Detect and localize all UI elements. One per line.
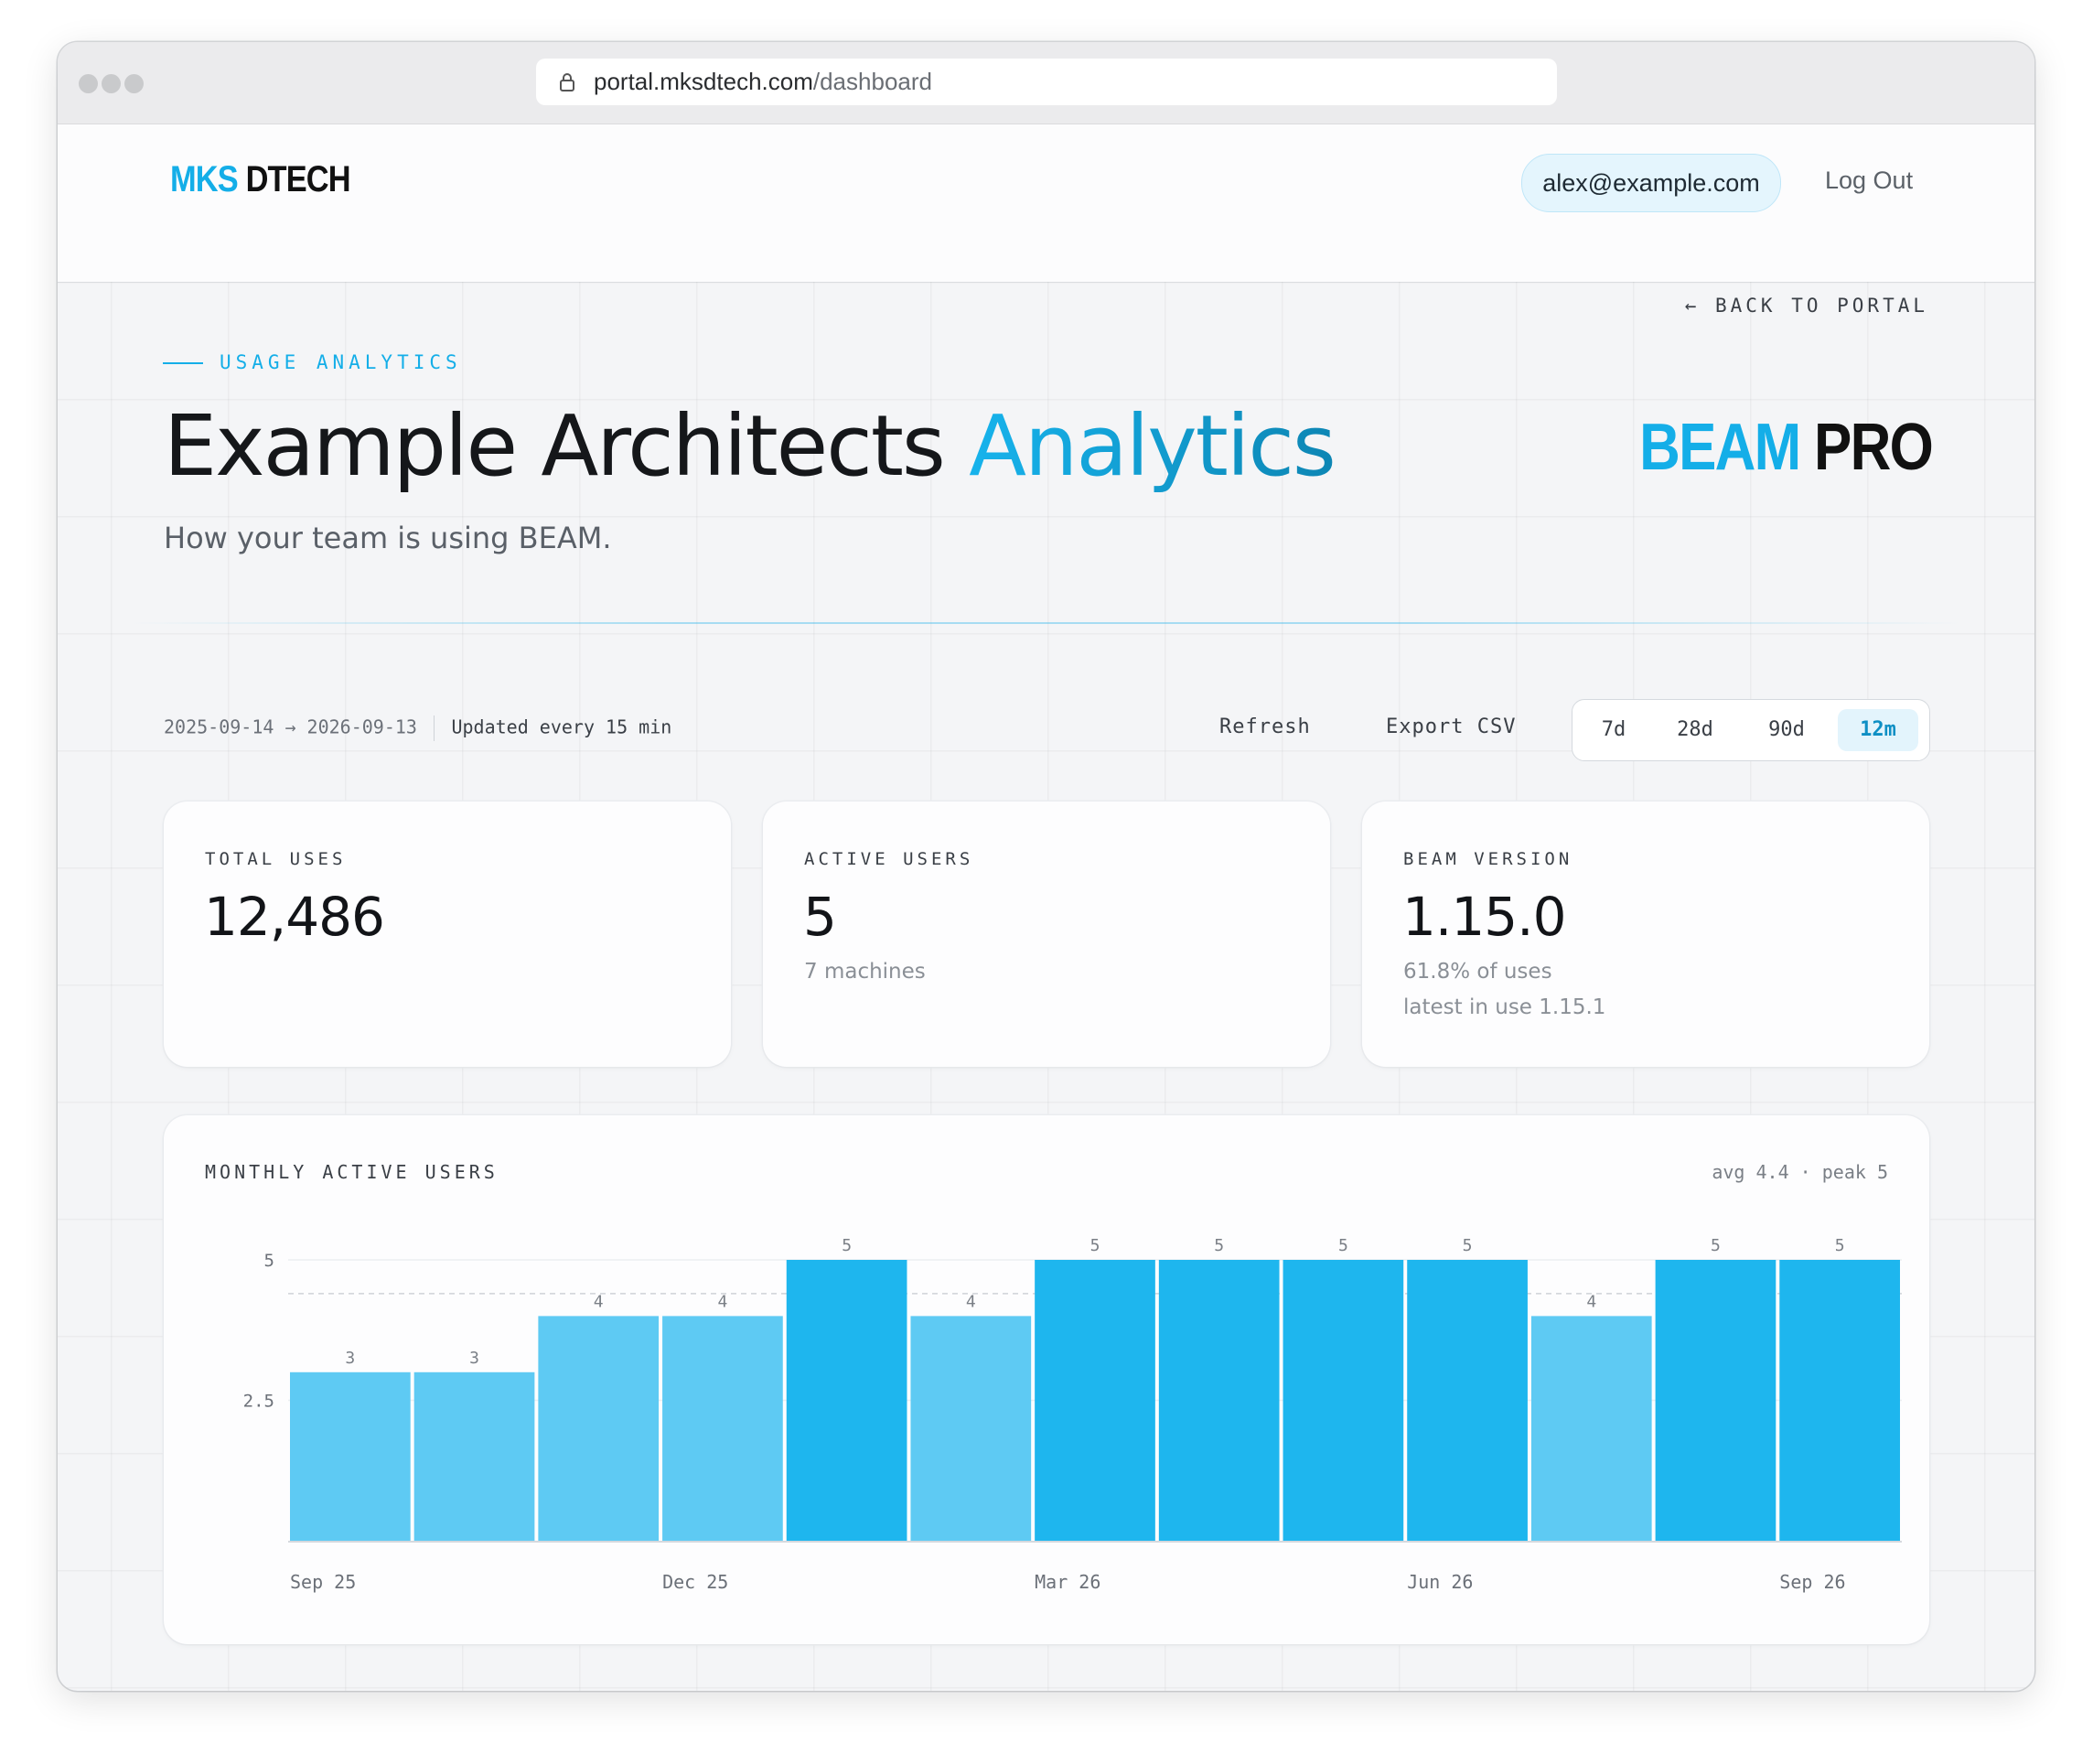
bar	[662, 1316, 783, 1541]
bar	[290, 1371, 411, 1541]
stat-card-total-uses: TOTAL USES 12,486	[164, 801, 731, 1067]
window-close-dot[interactable]	[79, 74, 98, 93]
window-minimize-dot[interactable]	[102, 74, 121, 93]
x-tick-label: Mar 26	[1035, 1571, 1100, 1593]
x-tick-label: Jun 26	[1407, 1571, 1473, 1593]
bar	[1283, 1260, 1404, 1541]
bar-value-label: 5	[1835, 1236, 1845, 1255]
bar	[1158, 1260, 1280, 1541]
bar	[786, 1260, 907, 1541]
date-range: 2025-09-14 → 2026-09-13	[164, 715, 417, 738]
bar	[1407, 1260, 1528, 1541]
bar-value-label: 4	[966, 1292, 976, 1311]
bar-value-label: 4	[1586, 1292, 1596, 1311]
bar-chart: 2.5 5 3 3 4 4 5 4 5 5 5 5 4 5 5 Sep 25 Dec 25 Mar 26 Jun 2…	[243, 1236, 1902, 1593]
browser-titlebar: portal.mksdtech.com/dashboard	[58, 42, 2034, 124]
stat-value: 5	[803, 886, 837, 948]
address-bar[interactable]: portal.mksdtech.com/dashboard	[536, 59, 1557, 105]
stat-value: 12,486	[204, 886, 385, 948]
user-email-badge[interactable]: alex@example.com	[1521, 154, 1781, 212]
y-tick-label: 2.5	[243, 1392, 274, 1412]
bar-value-label: 5	[1711, 1236, 1721, 1255]
time-range-selector: 7d 28d 90d 12m	[1572, 699, 1930, 761]
bar	[1655, 1260, 1776, 1541]
lock-icon	[560, 73, 574, 91]
url-text: portal.mksdtech.com/dashboard	[594, 68, 932, 95]
bar-value-label: 5	[842, 1236, 852, 1255]
header-divider	[131, 622, 1961, 624]
bar	[910, 1316, 1032, 1541]
range-option-12m[interactable]: 12m	[1838, 709, 1918, 751]
bar-value-label: 5	[1338, 1236, 1348, 1255]
stat-note: latest in use 1.15.1	[1403, 995, 1606, 1019]
stat-label: ACTIVE USERS	[804, 849, 974, 869]
bar	[1779, 1260, 1900, 1541]
stat-value: 1.15.0	[1402, 886, 1566, 948]
bar-value-label: 5	[1463, 1236, 1473, 1255]
product-logo: BEAM PRO	[1639, 411, 1934, 484]
stat-card-active-users: ACTIVE USERS 5 7 machines	[763, 801, 1330, 1067]
refresh-button[interactable]: Refresh	[1219, 715, 1311, 738]
stat-label: TOTAL USES	[205, 849, 347, 869]
bar-value-label: 3	[345, 1349, 355, 1368]
y-tick-label: 5	[264, 1251, 274, 1271]
range-option-28d[interactable]: 28d	[1655, 709, 1735, 751]
export-csv-button[interactable]: Export CSV	[1386, 715, 1516, 738]
stat-note: 61.8% of uses	[1403, 960, 1552, 984]
stat-label: BEAM VERSION	[1403, 849, 1573, 869]
bar-value-label: 4	[718, 1292, 728, 1311]
bar-value-label: 4	[594, 1292, 604, 1311]
bar-value-label: 5	[1214, 1236, 1224, 1255]
bar	[1530, 1316, 1652, 1541]
x-tick-label: Dec 25	[662, 1571, 728, 1593]
update-note: Updated every 15 min	[451, 715, 672, 738]
bar-value-label: 3	[469, 1349, 479, 1368]
section-eyebrow: USAGE ANALYTICS	[163, 351, 462, 373]
bar	[413, 1371, 535, 1541]
bar	[1035, 1260, 1155, 1541]
date-range-info: 2025-09-14 → 2026-09-13 Updated every 15 …	[164, 715, 671, 741]
stat-note: 7 machines	[804, 960, 926, 984]
back-to-portal-link[interactable]: ← BACK TO PORTAL	[1685, 295, 1928, 317]
logout-link[interactable]: Log Out	[1825, 167, 1913, 195]
monthly-active-users-card: MONTHLY ACTIVE USERS avg 4.4 · peak 5 2.…	[164, 1115, 1929, 1644]
top-navbar: MKS DTECH alex@example.com Log Out	[58, 124, 2034, 283]
bar	[538, 1316, 660, 1541]
page-subtitle: How your team is using BEAM.	[164, 521, 612, 555]
company-logo[interactable]: MKS DTECH	[170, 159, 351, 200]
bar-value-label: 5	[1090, 1236, 1100, 1255]
window-zoom-dot[interactable]	[124, 74, 144, 93]
x-tick-label: Sep 25	[290, 1571, 356, 1593]
browser-window: portal.mksdtech.com/dashboard MKS DTECH …	[58, 42, 2034, 1691]
range-option-7d[interactable]: 7d	[1583, 709, 1644, 751]
range-option-90d[interactable]: 90d	[1746, 709, 1827, 751]
stat-card-beam-version: BEAM VERSION 1.15.0 61.8% of uses latest…	[1362, 801, 1929, 1067]
x-tick-label: Sep 26	[1779, 1571, 1845, 1593]
page-title: Example Architects Analytics	[164, 397, 1336, 495]
